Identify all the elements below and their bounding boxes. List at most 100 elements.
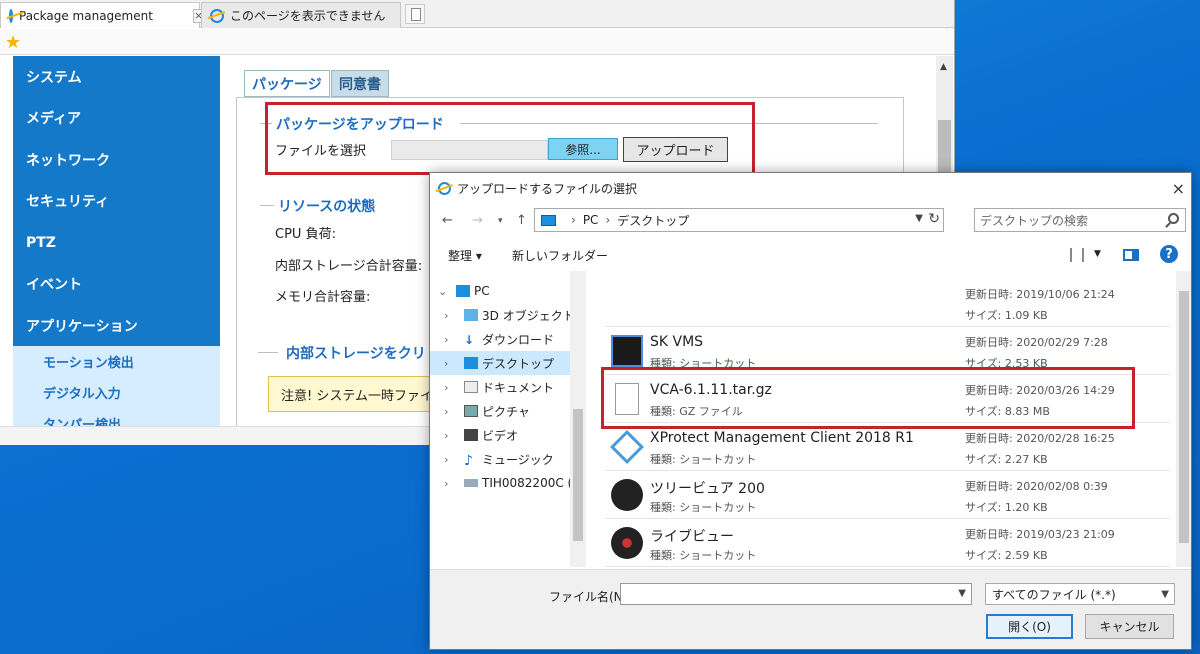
sidebar-subitem-digital-input[interactable]: デジタル入力 <box>13 377 220 408</box>
forward-arrow-icon[interactable]: → <box>472 213 483 228</box>
tree-item-downloads[interactable]: › ↓ ダウンロード <box>430 327 570 351</box>
tree-item-label: ビデオ <box>482 428 519 443</box>
back-arrow-icon[interactable]: ← <box>442 213 453 228</box>
file-row[interactable]: 更新日時: 2019/10/06 21:24 サイズ: 1.09 KB <box>605 279 1170 327</box>
sidebar-item-event[interactable]: イベント <box>13 264 220 306</box>
tree-item-pc[interactable]: ⌄ PC <box>430 279 570 303</box>
filename-input[interactable]: ▼ <box>620 583 972 605</box>
file-modified: 更新日時: 2019/03/23 21:09 <box>965 528 1115 541</box>
breadcrumb-desktop[interactable]: デスクトップ <box>617 212 689 229</box>
chevron-right-icon[interactable]: › <box>444 405 448 418</box>
chevron-right-icon[interactable]: › <box>444 357 448 370</box>
tab-package[interactable]: パッケージ <box>244 70 330 97</box>
tree-item-desktop[interactable]: › デスクトップ <box>430 351 570 375</box>
open-button[interactable]: 開く(O) <box>986 614 1073 639</box>
chevron-down-icon[interactable]: ▼ <box>958 588 966 599</box>
file-type: 種類: ショートカット <box>650 549 757 562</box>
sidebar-item-application[interactable]: アプリケーション <box>13 305 220 347</box>
dialog-title-bar: アップロードするファイルの選択 × <box>430 173 1191 203</box>
file-row[interactable]: ライブビュー 種類: ショートカット 更新日時: 2019/03/23 21:0… <box>605 519 1170 567</box>
sidebar-subitem-motion-detection[interactable]: モーション検出 <box>13 346 220 377</box>
tree-item-pictures[interactable]: › ピクチャ <box>430 399 570 423</box>
file-row[interactable]: ツリービュア 200 種類: ショートカット 更新日時: 2020/02/08 … <box>605 471 1170 519</box>
search-input[interactable]: デスクトップの検索 <box>974 208 1186 232</box>
tab-agreement[interactable]: 同意書 <box>331 70 389 97</box>
new-folder-button[interactable]: 新しいフォルダー <box>512 247 608 264</box>
dialog-footer: ファイル名(N): ▼ すべてのファイル (*.*) ▼ 開く(O) キャンセル <box>430 569 1191 649</box>
tree-item-music[interactable]: › ♪ ミュージック <box>430 447 570 471</box>
chevron-right-icon[interactable]: › <box>444 333 448 346</box>
file-modified: 更新日時: 2020/02/29 7:28 <box>965 336 1108 349</box>
chevron-right-icon[interactable]: › <box>444 429 448 442</box>
view-chevron-icon[interactable]: ▼ <box>1094 249 1101 259</box>
tree-item-label: ダウンロード <box>482 332 555 347</box>
favorites-star-icon[interactable]: ★ <box>5 32 21 53</box>
address-bar[interactable]: › PC › デスクトップ ▼ ↻ <box>534 208 944 232</box>
close-icon[interactable]: × <box>1172 179 1185 198</box>
file-open-dialog: アップロードするファイルの選択 × ← → ▾ ↑ › PC › デスクトップ … <box>429 172 1192 650</box>
chevron-right-icon[interactable]: › <box>444 453 448 466</box>
organize-button[interactable]: 整理 ▾ <box>448 247 482 264</box>
up-arrow-icon[interactable]: ↑ <box>516 213 527 228</box>
help-icon[interactable]: ? <box>1160 245 1178 263</box>
tree-item-videos[interactable]: › ビデオ <box>430 423 570 447</box>
favorites-bar: ★ <box>0 29 954 55</box>
dialog-title: アップロードするファイルの選択 <box>457 181 638 196</box>
tree-item-documents[interactable]: › ドキュメント <box>430 375 570 399</box>
tree-item-label: 3D オブジェクト <box>482 308 575 323</box>
recent-chevron-icon[interactable]: ▾ <box>498 216 503 226</box>
tree-item-label: デスクトップ <box>482 356 555 371</box>
file-modified: 更新日時: 2020/02/28 16:25 <box>965 432 1115 445</box>
breadcrumb-pc[interactable]: PC <box>583 213 599 227</box>
file-name: ライブビュー <box>650 529 734 545</box>
sidebar-item-network[interactable]: ネットワーク <box>13 139 220 181</box>
chevron-right-icon[interactable]: › <box>444 477 448 490</box>
browser-tab-package-management[interactable]: Package management × <box>0 2 205 28</box>
filetype-value: すべてのファイル (*.*) <box>992 587 1116 602</box>
section-divider <box>260 205 274 206</box>
section-divider <box>258 352 278 353</box>
view-options-icon[interactable] <box>1070 248 1084 262</box>
documents-icon <box>464 381 478 393</box>
tree-item-local-disk[interactable]: › TIH0082200C (C: <box>430 471 585 495</box>
file-modified: 更新日時: 2019/10/06 21:24 <box>965 288 1115 301</box>
file-list-scrollbar[interactable] <box>1176 271 1191 567</box>
tree-scrollbar[interactable] <box>570 271 586 567</box>
sidebar-item-ptz[interactable]: PTZ <box>13 222 220 264</box>
address-row: ← → ▾ ↑ › PC › デスクトップ ▼ ↻ デスクトップの検索 <box>430 205 1191 235</box>
file-type: 種類: ショートカット <box>650 501 757 514</box>
pictures-icon <box>464 405 478 417</box>
command-bar: 整理 ▾ 新しいフォルダー ▼ ? <box>430 239 1191 269</box>
tree-viewer-icon <box>611 479 643 511</box>
file-modified: 更新日時: 2020/02/08 0:39 <box>965 480 1108 493</box>
chevron-right-icon[interactable]: › <box>444 381 448 394</box>
tree-item-3d-objects[interactable]: › 3D オブジェクト <box>430 303 575 327</box>
scroll-thumb[interactable] <box>573 409 583 541</box>
storage-clear-section-title: 内部ストレージをクリ <box>286 346 426 362</box>
browser-tab-error-page[interactable]: このページを表示できません <box>201 2 401 28</box>
tree-item-label: ミュージック <box>482 452 554 467</box>
sidebar-item-system[interactable]: システム <box>13 56 220 98</box>
tree-item-label: PC <box>474 284 490 298</box>
chevron-down-icon[interactable]: ⌄ <box>438 285 447 298</box>
chevron-right-icon[interactable]: › <box>444 309 448 322</box>
file-name: ツリービュア 200 <box>650 481 765 497</box>
chevron-down-icon[interactable]: ▼ <box>1161 589 1169 600</box>
drive-icon <box>464 479 478 487</box>
search-icon <box>1168 213 1179 224</box>
address-dropdown-icon[interactable]: ▼ <box>915 213 923 224</box>
cancel-button[interactable]: キャンセル <box>1085 614 1174 639</box>
refresh-icon[interactable]: ↻ <box>928 211 940 227</box>
memory-total-label: メモリ合計容量: <box>275 290 371 305</box>
ie-icon <box>210 8 224 23</box>
sidebar-item-media[interactable]: メディア <box>13 98 220 140</box>
sidebar-item-security[interactable]: セキュリティ <box>13 181 220 223</box>
scroll-up-icon[interactable]: ▲ <box>940 62 947 72</box>
filetype-select[interactable]: すべてのファイル (*.*) ▼ <box>985 583 1175 605</box>
preview-pane-icon[interactable] <box>1123 249 1139 261</box>
new-tab-icon[interactable] <box>405 4 425 24</box>
scroll-thumb[interactable] <box>1179 291 1189 543</box>
file-row[interactable]: XProtect Management Client 2018 R1 種類: シ… <box>605 423 1170 471</box>
sk-vms-icon <box>611 335 643 367</box>
browser-tab-bar: Package management × このページを表示できません » <box>0 0 954 37</box>
